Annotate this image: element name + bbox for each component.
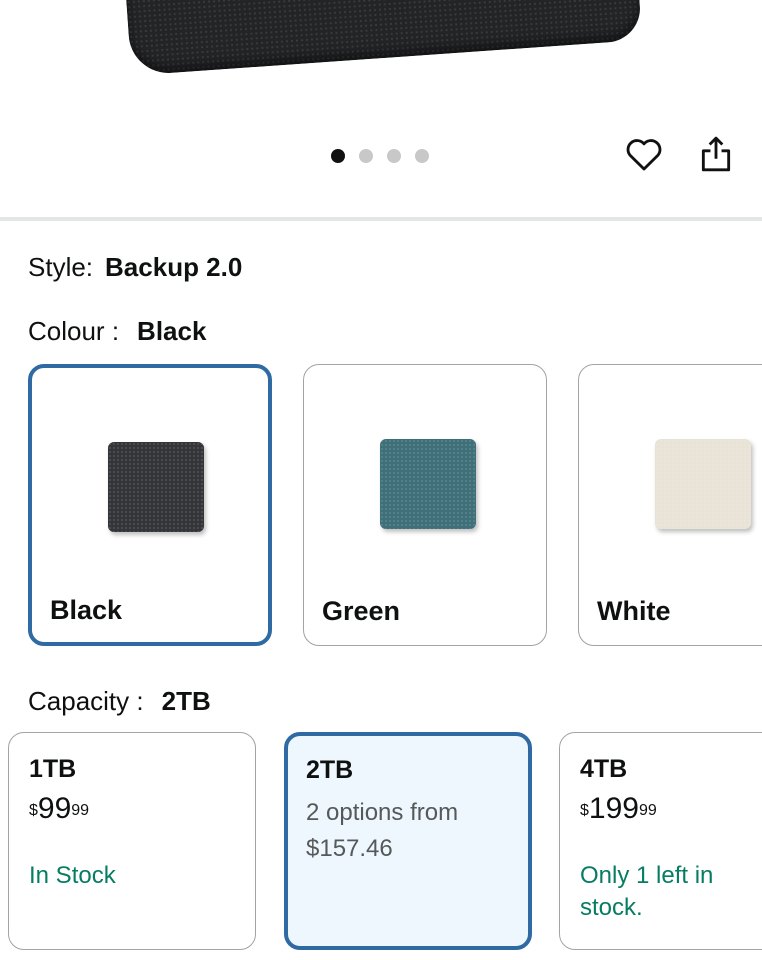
style-row: Style: Backup 2.0 xyxy=(28,252,242,283)
image-pager-dots xyxy=(331,149,429,163)
capacity-option-label: 1TB xyxy=(29,755,77,783)
capacity-option-1tb[interactable]: 1TB $9999 In Stock xyxy=(8,732,256,950)
options-from-price: $157.46 xyxy=(306,835,393,862)
share-button[interactable] xyxy=(696,136,736,176)
price-currency: $ xyxy=(580,802,589,819)
price-cents: 99 xyxy=(71,802,90,819)
share-icon xyxy=(700,135,732,178)
green-drive-thumbnail xyxy=(380,439,476,529)
wishlist-button[interactable] xyxy=(624,136,664,176)
capacity-row: Capacity : 2TB xyxy=(28,686,211,717)
colour-label: Colour : xyxy=(28,316,120,346)
style-value: Backup 2.0 xyxy=(105,252,243,282)
colour-value: Black xyxy=(137,316,207,346)
price-whole: 199 xyxy=(588,792,639,825)
price-cents: 99 xyxy=(638,802,657,819)
white-drive-thumbnail xyxy=(655,439,751,529)
capacity-option-label: 4TB xyxy=(580,755,628,783)
pager-dot-4[interactable] xyxy=(415,149,429,163)
style-label: Style: xyxy=(28,252,94,282)
price: $9999 xyxy=(29,794,235,824)
colour-option-white[interactable]: White xyxy=(578,364,762,646)
capacity-value: 2TB xyxy=(161,686,211,716)
pager-dot-3[interactable] xyxy=(387,149,401,163)
product-image[interactable] xyxy=(122,0,643,76)
capacity-label: Capacity : xyxy=(28,686,144,716)
options-from-text: 2 options from $157.46 xyxy=(306,795,510,867)
stock-status: Only 1 left in stock. xyxy=(580,862,714,921)
colour-option-label: Black xyxy=(50,595,123,625)
colour-option-black[interactable]: Black xyxy=(28,364,272,646)
product-image-gallery[interactable] xyxy=(0,0,762,218)
black-drive-thumbnail xyxy=(108,442,204,532)
price-currency: $ xyxy=(29,802,38,819)
heart-outline-icon xyxy=(625,136,663,177)
pager-dot-2[interactable] xyxy=(359,149,373,163)
stock-status: In Stock xyxy=(29,862,116,889)
capacity-option-2tb[interactable]: 2TB 2 options from $157.46 xyxy=(284,732,532,950)
colour-option-label: Green xyxy=(322,596,401,626)
section-divider xyxy=(0,217,762,221)
colour-row: Colour : Black xyxy=(28,316,206,347)
pager-dot-1[interactable] xyxy=(331,149,345,163)
product-options-page: Style: Backup 2.0 Colour : Black Black Gre… xyxy=(0,0,762,960)
colour-option-green[interactable]: Green xyxy=(303,364,547,646)
colour-option-label: White xyxy=(597,596,671,626)
capacity-option-label: 2TB xyxy=(306,756,354,784)
capacity-option-4tb[interactable]: 4TB $19999 Only 1 left in stock. xyxy=(559,732,762,950)
price-whole: 99 xyxy=(37,792,72,825)
options-count-text: 2 options from xyxy=(306,799,459,826)
price: $19999 xyxy=(580,794,762,824)
